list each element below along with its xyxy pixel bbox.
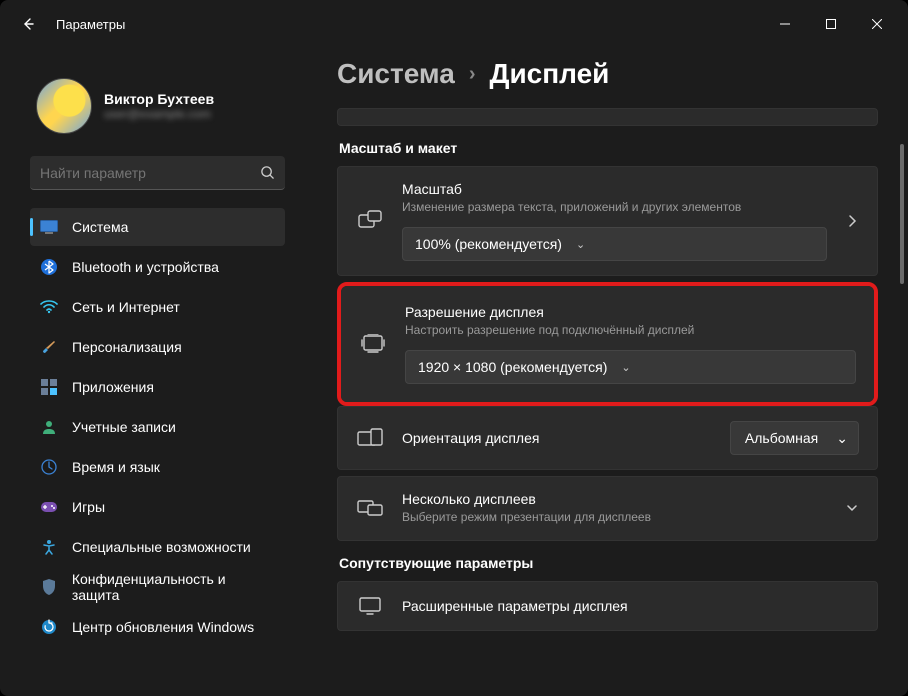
chevron-down-icon: ⌄	[836, 430, 848, 447]
nav-item-time-language[interactable]: Время и язык	[30, 448, 285, 486]
nav-label: Центр обновления Windows	[72, 619, 254, 635]
nav-item-system[interactable]: Система	[30, 208, 285, 246]
search-box[interactable]	[30, 156, 285, 190]
window-controls	[762, 8, 900, 40]
card-multiple-displays[interactable]: Несколько дисплеев Выберите режим презен…	[337, 476, 878, 540]
wifi-icon	[40, 298, 58, 316]
nav-label: Система	[72, 219, 128, 235]
apps-icon	[40, 378, 58, 396]
nav-item-personalization[interactable]: Персонализация	[30, 328, 285, 366]
orientation-icon	[356, 428, 384, 448]
clock-globe-icon	[40, 458, 58, 476]
card-resolution-highlight: Разрешение дисплея Настроить разрешение …	[337, 282, 878, 406]
nav-label: Персонализация	[72, 339, 182, 355]
system-icon	[40, 218, 58, 236]
nav-item-gaming[interactable]: Игры	[30, 488, 285, 526]
dropdown-value: 100% (рекомендуется)	[415, 236, 562, 252]
card-title: Разрешение дисплея	[405, 304, 856, 320]
card-desc: Выберите режим презентации для дисплеев	[402, 509, 827, 525]
bluetooth-icon	[40, 258, 58, 276]
person-icon	[40, 418, 58, 436]
nav-label: Игры	[72, 499, 105, 515]
card-title: Масштаб	[402, 181, 827, 197]
section-scale-layout: Масштаб и макет	[339, 140, 878, 156]
nav-label: Конфиденциальность и защита	[72, 571, 275, 603]
titlebar: Параметры	[0, 0, 908, 48]
card-title: Несколько дисплеев	[402, 491, 827, 507]
nav-label: Сеть и Интернет	[72, 299, 180, 315]
brush-icon	[40, 338, 58, 356]
main-content: Система › Дисплей Масштаб и макет Масшта…	[295, 48, 908, 696]
nav-label: Время и язык	[72, 459, 160, 475]
profile-block[interactable]: Виктор Бухтеев user@example.com	[30, 60, 285, 156]
back-button[interactable]	[8, 4, 48, 44]
resolution-icon	[359, 334, 387, 354]
display-icon	[356, 596, 384, 616]
dropdown-value: 1920 × 1080 (рекомендуется)	[418, 359, 607, 375]
nav-label: Учетные записи	[72, 419, 176, 435]
card-orientation[interactable]: Ориентация дисплея Альбомная ⌄	[337, 406, 878, 470]
scale-dropdown[interactable]: 100% (рекомендуется) ⌄	[402, 227, 827, 261]
dropdown-value: Альбомная	[745, 430, 818, 446]
card-desc: Настроить разрешение под подключённый ди…	[405, 322, 856, 338]
avatar	[36, 78, 92, 134]
breadcrumb: Система › Дисплей	[337, 58, 878, 90]
card-scale[interactable]: Масштаб Изменение размера текста, прилож…	[337, 166, 878, 276]
shield-icon	[40, 578, 58, 596]
profile-email: user@example.com	[104, 107, 214, 121]
card-title: Расширенные параметры дисплея	[402, 598, 859, 614]
nav-item-network[interactable]: Сеть и Интернет	[30, 288, 285, 326]
scrollbar[interactable]	[900, 108, 904, 676]
breadcrumb-current: Дисплей	[490, 58, 610, 90]
gamepad-icon	[40, 498, 58, 516]
chevron-down-icon: ⌄	[576, 238, 585, 251]
resolution-dropdown[interactable]: 1920 × 1080 (рекомендуется) ⌄	[405, 350, 856, 384]
breadcrumb-root[interactable]: Система	[337, 58, 455, 90]
nav-label: Специальные возможности	[72, 539, 251, 555]
nav-list: Система Bluetooth и устройства Сеть и Ин…	[30, 208, 285, 646]
window-title: Параметры	[56, 17, 125, 32]
search-icon	[260, 165, 275, 180]
multiple-displays-icon	[356, 498, 384, 518]
scrollbar-thumb[interactable]	[900, 144, 904, 284]
nav-item-windows-update[interactable]: Центр обновления Windows	[30, 608, 285, 646]
close-button[interactable]	[854, 8, 900, 40]
card-title: Ориентация дисплея	[402, 430, 712, 446]
chevron-right-icon: ›	[469, 63, 476, 86]
card-resolution[interactable]: Разрешение дисплея Настроить разрешение …	[341, 286, 874, 402]
search-input[interactable]	[40, 165, 260, 181]
profile-name: Виктор Бухтеев	[104, 91, 214, 107]
minimize-button[interactable]	[762, 8, 808, 40]
card-desc: Изменение размера текста, приложений и д…	[402, 199, 827, 215]
sidebar: Виктор Бухтеев user@example.com Система …	[0, 48, 295, 696]
card-advanced-display[interactable]: Расширенные параметры дисплея	[337, 581, 878, 631]
chevron-down-icon	[845, 501, 859, 515]
update-icon	[40, 618, 58, 636]
nav-item-bluetooth[interactable]: Bluetooth и устройства	[30, 248, 285, 286]
nav-item-privacy[interactable]: Конфиденциальность и защита	[30, 568, 285, 606]
section-related: Сопутствующие параметры	[339, 555, 878, 571]
nav-item-accounts[interactable]: Учетные записи	[30, 408, 285, 446]
chevron-right-icon	[845, 214, 859, 228]
nav-label: Приложения	[72, 379, 154, 395]
maximize-button[interactable]	[808, 8, 854, 40]
orientation-dropdown[interactable]: Альбомная ⌄	[730, 421, 859, 455]
nav-item-apps[interactable]: Приложения	[30, 368, 285, 406]
card-previous-stub[interactable]	[337, 108, 878, 126]
arrow-left-icon	[20, 16, 36, 32]
nav-item-accessibility[interactable]: Специальные возможности	[30, 528, 285, 566]
chevron-down-icon: ⌄	[621, 361, 630, 374]
scale-icon	[356, 210, 384, 232]
nav-label: Bluetooth и устройства	[72, 259, 219, 275]
accessibility-icon	[40, 538, 58, 556]
